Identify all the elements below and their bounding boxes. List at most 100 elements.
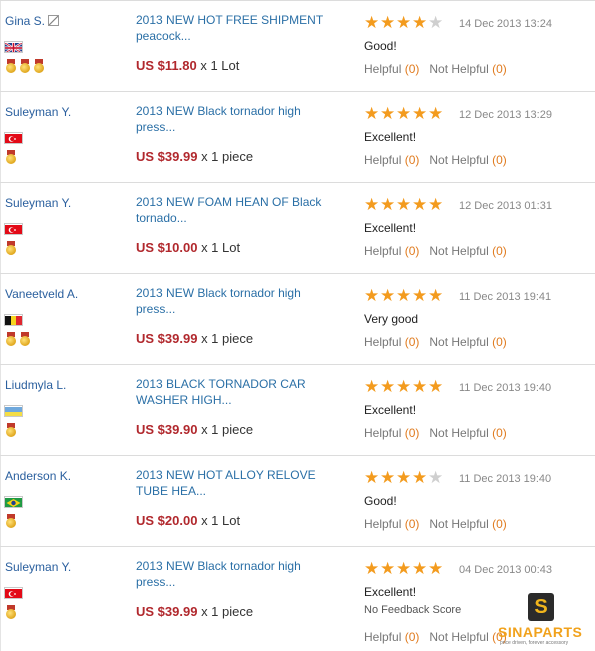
buyer: Liudmyla L. <box>5 378 66 392</box>
country-flag-icon <box>4 587 23 599</box>
star-filled-icon: ★ <box>364 104 380 123</box>
helpful-votes: Helpful (0) Not Helpful (0) <box>364 426 507 440</box>
helpful-button[interactable]: Helpful (0) <box>364 244 419 258</box>
buyer-medals <box>5 514 17 528</box>
feedback-date: 12 Dec 2013 01:31 <box>459 200 552 212</box>
star-filled-icon: ★ <box>396 104 412 123</box>
feedback-comment: Excellent! <box>364 130 417 144</box>
medal-icon <box>19 332 31 346</box>
feedback-date: 12 Dec 2013 13:29 <box>459 109 552 121</box>
helpful-votes: Helpful (0) Not Helpful (0) <box>364 153 507 167</box>
rating-stars: ★ ★ ★ ★ ★ <box>364 195 443 214</box>
helpful-count: (0) <box>404 244 420 258</box>
medal-icon <box>5 332 17 346</box>
buyer-medals <box>5 150 17 164</box>
order-price: US $11.80 x 1 Lot <box>136 58 239 73</box>
buyer-name-link[interactable]: Suleyman Y. <box>5 105 71 119</box>
not-helpful-label: Not Helpful <box>429 62 489 76</box>
star-filled-icon: ★ <box>364 195 380 214</box>
star-filled-icon: ★ <box>412 559 428 578</box>
product-link[interactable]: 2013 NEW FOAM HEAN OF Black tornado... <box>136 194 336 226</box>
not-helpful-button[interactable]: Not Helpful (0) <box>429 517 506 531</box>
helpful-button[interactable]: Helpful (0) <box>364 153 419 167</box>
buyer-name-link[interactable]: Suleyman Y. <box>5 560 71 574</box>
helpful-button[interactable]: Helpful (0) <box>364 335 419 349</box>
star-filled-icon: ★ <box>396 286 412 305</box>
medal-icon <box>19 59 31 73</box>
buyer-name-link[interactable]: Suleyman Y. <box>5 196 71 210</box>
rating-stars: ★ ★ ★ ★ ★ <box>364 559 444 578</box>
buyer-name-link[interactable]: Anderson K. <box>5 469 71 483</box>
helpful-count: (0) <box>404 62 420 76</box>
order-price: US $39.99 x 1 piece <box>136 604 253 619</box>
buyer-medals <box>5 605 17 619</box>
star-filled-icon: ★ <box>396 195 412 214</box>
star-filled-icon: ★ <box>428 286 444 305</box>
quantity: x 1 Lot <box>201 240 241 255</box>
star-filled-icon: ★ <box>428 559 444 578</box>
buyer-medals <box>5 59 45 73</box>
country-flag-icon <box>4 223 23 235</box>
product-link[interactable]: 2013 NEW Black tornador high press... <box>136 558 336 590</box>
edit-icon[interactable] <box>48 15 60 26</box>
rating-stars: ★ ★ ★ ★ ★ <box>364 377 443 396</box>
helpful-count: (0) <box>404 517 420 531</box>
not-helpful-button[interactable]: Not Helpful (0) <box>429 335 506 349</box>
star-filled-icon: ★ <box>364 468 380 487</box>
not-helpful-button[interactable]: Not Helpful (0) <box>429 244 506 258</box>
star-filled-icon: ★ <box>364 377 380 396</box>
not-helpful-button[interactable]: Not Helpful (0) <box>429 630 506 644</box>
star-filled-icon: ★ <box>412 13 428 32</box>
feedback-row: Anderson K. 2013 NEW HOT ALLOY RELOVE TUB… <box>0 456 595 547</box>
not-helpful-label: Not Helpful <box>429 426 489 440</box>
buyer: Suleyman Y. <box>5 560 71 574</box>
feedback-row: Suleyman Y. 2013 NEW FOAM HEAN OF Black t… <box>0 183 595 274</box>
quantity: x 1 piece <box>201 422 254 437</box>
medal-icon <box>5 59 17 73</box>
feedback-comment: Excellent! <box>364 585 417 599</box>
feedback-row: Vaneetveld A. 2013 NEW Black tornador hig… <box>0 274 595 365</box>
helpful-count: (0) <box>404 426 420 440</box>
star-filled-icon: ★ <box>364 13 380 32</box>
not-helpful-button[interactable]: Not Helpful (0) <box>429 153 506 167</box>
helpful-count: (0) <box>404 630 420 644</box>
rating-stars: ★ ★ ★ ★ ★ <box>364 104 443 123</box>
star-filled-icon: ★ <box>396 13 412 32</box>
product-link[interactable]: 2013 NEW HOT FREE SHIPMENT peacock... <box>136 12 336 44</box>
medal-icon <box>5 241 17 255</box>
buyer-medals <box>5 332 31 346</box>
not-helpful-label: Not Helpful <box>429 335 489 349</box>
not-helpful-label: Not Helpful <box>429 517 489 531</box>
star-filled-icon: ★ <box>412 377 428 396</box>
helpful-button[interactable]: Helpful (0) <box>364 630 419 644</box>
feedback-comment: Very good <box>364 312 419 326</box>
product-link[interactable]: 2013 BLACK TORNADOR CAR WASHER HIGH... <box>136 376 336 408</box>
not-helpful-count: (0) <box>492 335 507 349</box>
helpful-button[interactable]: Helpful (0) <box>364 517 419 531</box>
star-filled-icon: ★ <box>364 286 380 305</box>
not-helpful-button[interactable]: Not Helpful (0) <box>429 62 506 76</box>
quantity: x 1 Lot <box>200 58 240 73</box>
country-flag-icon <box>4 132 23 144</box>
product-link[interactable]: 2013 NEW Black tornador high press... <box>136 285 336 317</box>
star-filled-icon: ★ <box>364 559 380 578</box>
medal-icon <box>5 514 17 528</box>
feedback-comment: Excellent! <box>364 221 417 235</box>
star-filled-icon: ★ <box>396 468 412 487</box>
helpful-label: Helpful <box>364 426 402 440</box>
star-filled-icon: ★ <box>380 13 396 32</box>
not-helpful-button[interactable]: Not Helpful (0) <box>429 426 506 440</box>
buyer-name-link[interactable]: Vaneetveld A. <box>5 287 78 301</box>
buyer-name-link[interactable]: Gina S. <box>5 14 45 28</box>
buyer-name-link[interactable]: Liudmyla L. <box>5 378 66 392</box>
product-link[interactable]: 2013 NEW Black tornador high press... <box>136 103 336 135</box>
medal-icon <box>5 423 17 437</box>
helpful-button[interactable]: Helpful (0) <box>364 62 419 76</box>
not-helpful-count: (0) <box>492 62 507 76</box>
buyer-medals <box>5 241 17 255</box>
helpful-button[interactable]: Helpful (0) <box>364 426 419 440</box>
helpful-count: (0) <box>404 153 420 167</box>
product-link[interactable]: 2013 NEW HOT ALLOY RELOVE TUBE HEA... <box>136 467 336 499</box>
helpful-count: (0) <box>404 335 420 349</box>
watermark-tagline: price driven, forever accessory <box>500 640 569 646</box>
